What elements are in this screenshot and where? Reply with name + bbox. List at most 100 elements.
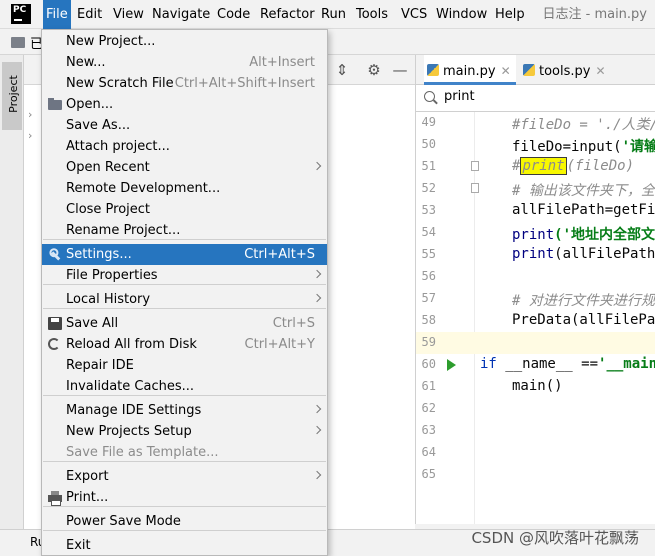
menu-item-power-save-mode[interactable]: Power Save Mode <box>42 511 327 532</box>
line-number: 52 <box>421 181 436 195</box>
menu-item-label: Invalidate Caches... <box>66 379 195 394</box>
tab-label: main.py <box>443 64 496 79</box>
code-editor[interactable]: 49 #fileDo = './人类/人 50 fileDo=input('请输… <box>415 112 655 524</box>
reload-icon <box>48 338 60 350</box>
line-number: 65 <box>421 467 436 481</box>
code-line: 58 PreData(allFilePat <box>416 310 655 332</box>
menu-item-settings[interactable]: Settings... Ctrl+Alt+S <box>42 244 327 265</box>
menu-item-label: Open Recent <box>66 160 150 175</box>
menu-item-close-project[interactable]: Close Project <box>42 199 327 220</box>
menu-item-export[interactable]: Export <box>42 466 327 487</box>
menu-vcs[interactable]: VCS <box>398 0 430 29</box>
code-line: 61 main() <box>416 376 655 398</box>
code-line: 65 <box>416 464 655 486</box>
menu-item-save-all[interactable]: Save All Ctrl+S <box>42 313 327 334</box>
menu-item-save-as[interactable]: Save As... <box>42 115 327 136</box>
menu-item-label: New Project... <box>66 34 156 49</box>
save-icon <box>48 317 62 330</box>
menu-separator <box>43 530 326 531</box>
shortcut-label: Ctrl+S <box>272 316 315 331</box>
shortcut-label: Ctrl+Alt+Y <box>244 337 315 352</box>
menu-item-open[interactable]: Open... <box>42 94 327 115</box>
wrench-icon <box>45 245 64 264</box>
menu-item-label: Reload All from Disk <box>66 337 197 352</box>
menu-help[interactable]: Help <box>492 0 528 29</box>
code-text: print('地址内全部文件 <box>512 227 655 243</box>
menu-item-repair-ide[interactable]: Repair IDE <box>42 355 327 376</box>
print-icon <box>48 491 62 506</box>
tab-main-py[interactable]: main.py ✕ <box>424 55 516 85</box>
menu-file[interactable]: File <box>43 0 71 29</box>
gear-icon[interactable]: ⚙ <box>365 61 383 79</box>
search-input[interactable]: print <box>444 89 475 104</box>
code-line: 63 <box>416 420 655 442</box>
menu-item-new[interactable]: New... Alt+Insert <box>42 52 327 73</box>
menu-item-remote-development[interactable]: Remote Development... <box>42 178 327 199</box>
line-number: 54 <box>421 225 436 239</box>
menu-item-print[interactable]: Print... <box>42 487 327 508</box>
chevron-right-icon <box>312 269 322 279</box>
menu-item-new-scratch-file[interactable]: New Scratch File Ctrl+Alt+Shift+Insert <box>42 73 327 94</box>
menu-item-rename-project[interactable]: Rename Project... <box>42 220 327 241</box>
code-line: 49 #fileDo = './人类/人 <box>416 112 655 134</box>
menu-item-label: Open... <box>66 97 114 112</box>
shortcut-label: Ctrl+Alt+Shift+Insert <box>174 76 315 91</box>
menu-navigate[interactable]: Navigate <box>149 0 213 29</box>
menu-item-file-properties[interactable]: File Properties <box>42 265 327 286</box>
search-icon <box>424 91 435 102</box>
project-tab-label: Project <box>7 75 20 113</box>
run-icon[interactable] <box>447 359 456 371</box>
menu-tools[interactable]: Tools <box>353 0 391 29</box>
chevron-right-icon[interactable]: › <box>28 108 32 121</box>
menu-item-label: Remote Development... <box>66 181 221 196</box>
menu-view[interactable]: View <box>110 0 147 29</box>
chevron-right-icon[interactable]: › <box>28 129 32 142</box>
project-tool-tab[interactable]: Project <box>2 62 22 130</box>
code-line: 57 # 对进行文件夹进行规范 <box>416 288 655 310</box>
line-number: 53 <box>421 203 436 217</box>
menu-window[interactable]: Window <box>433 0 490 29</box>
menu-item-manage-ide-settings[interactable]: Manage IDE Settings <box>42 400 327 421</box>
menu-item-label: Save All <box>66 316 119 331</box>
code-text: #fileDo = './人类/人 <box>512 117 655 133</box>
menu-separator <box>43 308 326 309</box>
menu-item-label: Attach project... <box>66 139 170 154</box>
window-title: 日志注 - main.py <box>542 7 647 22</box>
close-icon[interactable]: ✕ <box>595 64 605 78</box>
menu-run[interactable]: Run <box>318 0 349 29</box>
menu-item-label: Repair IDE <box>66 358 134 373</box>
menu-item-label: Manage IDE Settings <box>66 403 202 418</box>
line-number: 55 <box>421 247 436 261</box>
menu-item-new-project[interactable]: New Project... <box>42 31 327 52</box>
menu-item-reload-all-from-disk[interactable]: Reload All from Disk Ctrl+Alt+Y <box>42 334 327 355</box>
menu-item-label: File Properties <box>66 268 158 283</box>
line-number: 61 <box>421 379 436 393</box>
fold-icon[interactable] <box>471 161 479 171</box>
fold-icon[interactable] <box>471 183 479 193</box>
menu-item-exit[interactable]: Exit <box>42 535 327 556</box>
menu-item-new-projects-setup[interactable]: New Projects Setup <box>42 421 327 442</box>
menu-item-local-history[interactable]: Local History <box>42 289 327 310</box>
tab-label: tools.py <box>539 64 591 79</box>
collapse-icon[interactable]: ⇕ <box>333 61 351 79</box>
menu-code[interactable]: Code <box>214 0 253 29</box>
code-line: 53 allFilePath=getFil <box>416 200 655 222</box>
menu-edit[interactable]: Edit <box>74 0 105 29</box>
minimize-icon[interactable]: — <box>391 61 409 79</box>
line-number: 51 <box>421 159 436 173</box>
menu-refactor[interactable]: Refactor <box>257 0 318 29</box>
line-number: 64 <box>421 445 436 459</box>
code-line: 54 print('地址内全部文件 <box>416 222 655 244</box>
menu-separator <box>43 284 326 285</box>
menu-item-invalidate-caches[interactable]: Invalidate Caches... <box>42 376 327 397</box>
file-menu-dropdown: New Project... New... Alt+Insert New Scratc… <box>41 29 328 556</box>
menu-item-label: New... <box>66 55 106 70</box>
tab-tools-py[interactable]: tools.py ✕ <box>520 55 612 85</box>
menu-item-open-recent[interactable]: Open Recent <box>42 157 327 178</box>
menu-item-attach-project[interactable]: Attach project... <box>42 136 327 157</box>
menu-separator <box>43 239 326 240</box>
code-text: # 对进行文件夹进行规范 <box>512 293 655 309</box>
line-number: 57 <box>421 291 436 305</box>
close-icon[interactable]: ✕ <box>501 64 511 78</box>
menu-item-save-file-as-template: Save File as Template... <box>42 442 327 463</box>
